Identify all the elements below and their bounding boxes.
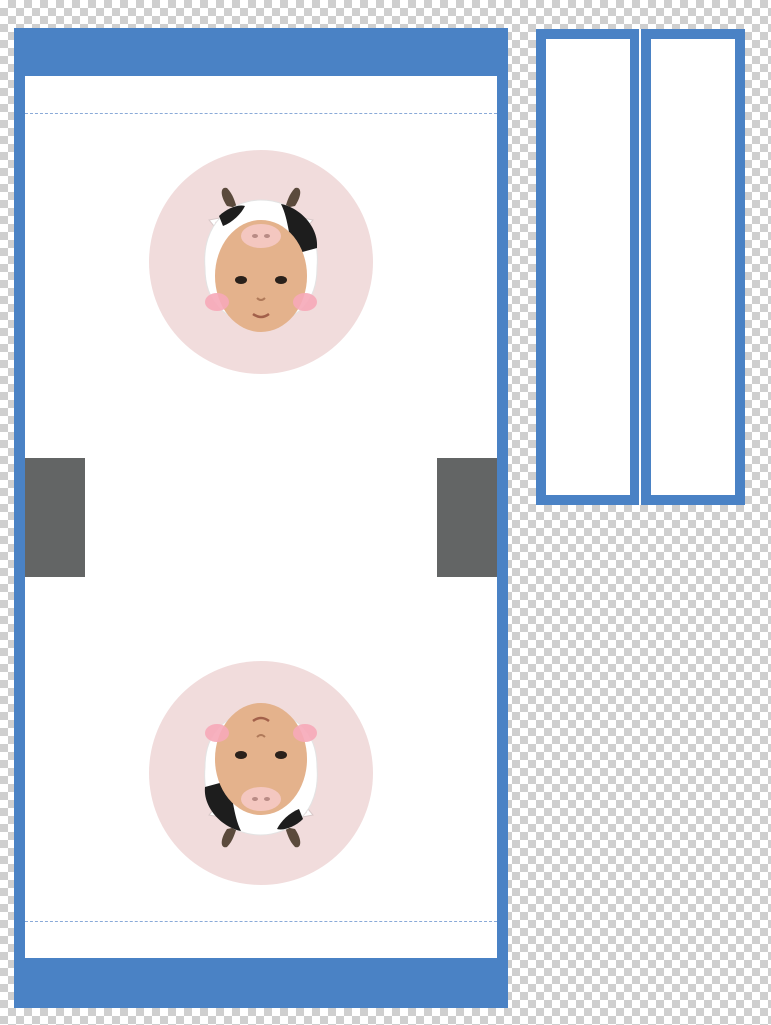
baby-photo-circle-top (149, 150, 373, 374)
strip-divider (639, 29, 641, 505)
side-strip-2 (641, 29, 745, 505)
side-strip-1-inner (546, 39, 630, 495)
top-cut-guide (25, 113, 497, 114)
right-flap (437, 458, 497, 577)
baby-cow-hood-image (204, 187, 318, 332)
baby-photo-circle-bottom (149, 661, 373, 885)
baby-cow-hood-image-rotated (204, 703, 318, 848)
bottom-cut-guide (25, 921, 497, 922)
left-flap (25, 458, 85, 577)
side-strip-1 (536, 29, 640, 505)
side-strip-2-inner (651, 39, 735, 495)
